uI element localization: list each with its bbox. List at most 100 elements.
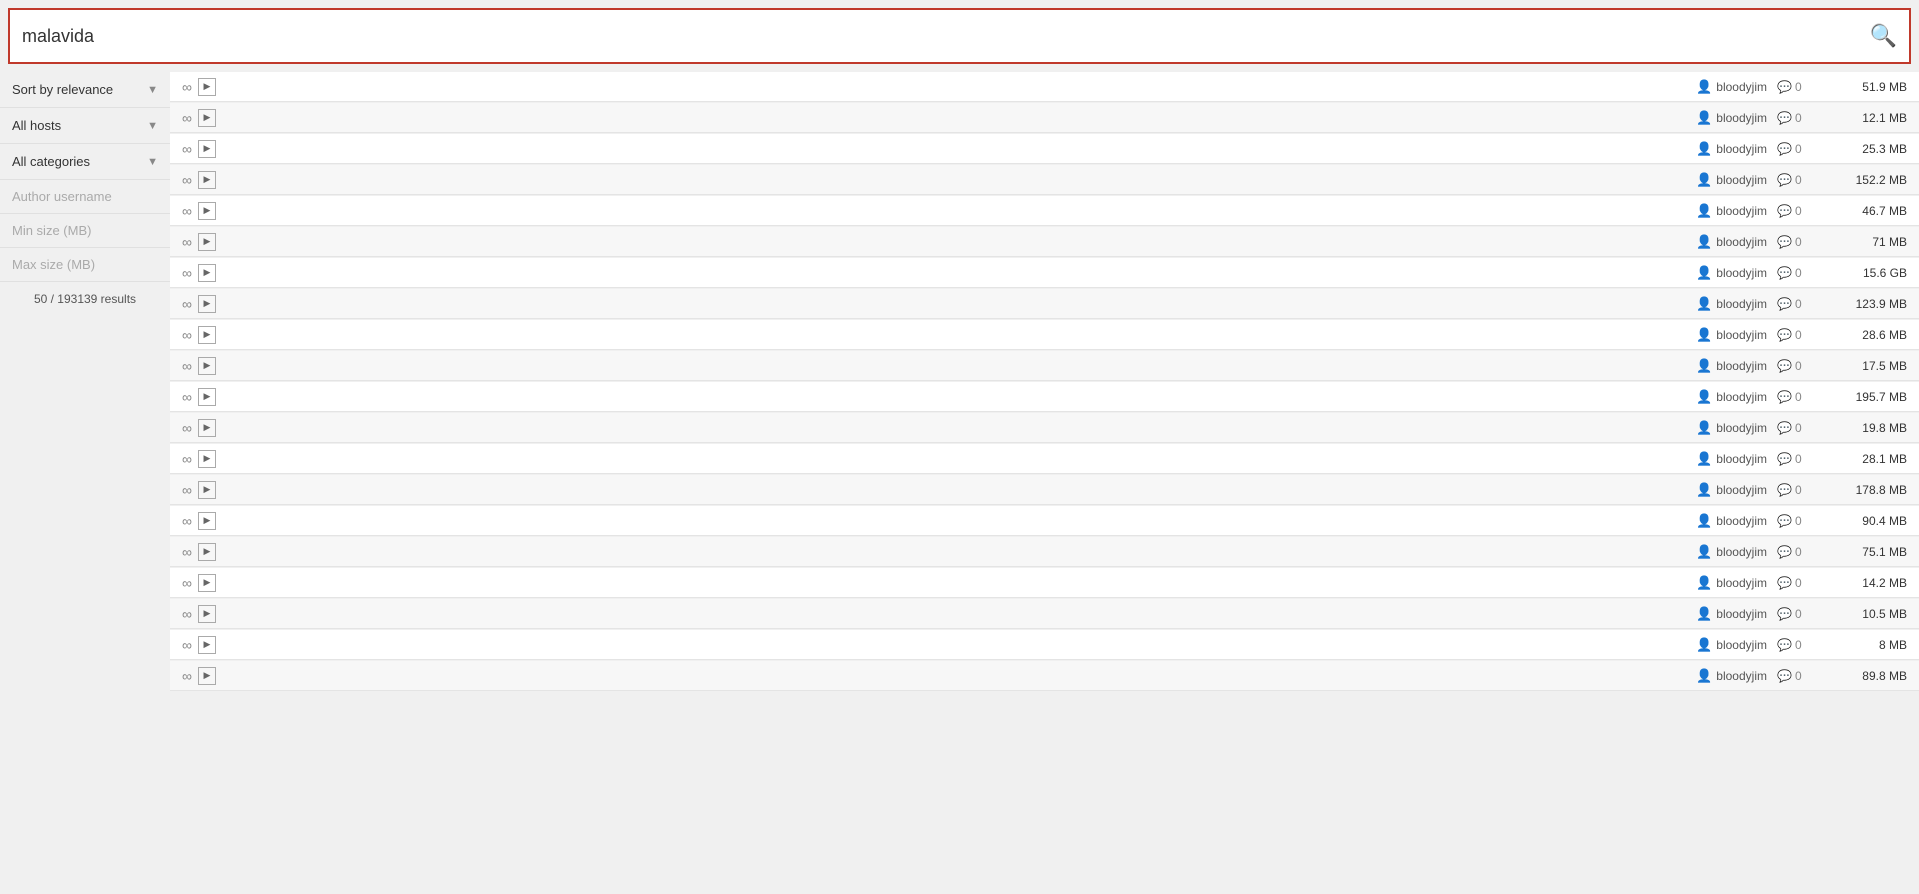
table-row: ∞ ▶ 👤 bloodyjim 💬 0 19.8 MB [170, 413, 1919, 443]
comment-icon: 💬 [1777, 359, 1792, 373]
author-icon: 👤 [1696, 265, 1712, 281]
infinity-icon[interactable]: ∞ [182, 266, 192, 280]
play-icon[interactable]: ▶ [198, 481, 216, 499]
infinity-icon[interactable]: ∞ [182, 421, 192, 435]
infinity-icon[interactable]: ∞ [182, 111, 192, 125]
sidebar: Sort by relevance ▼ All hosts ▼ All cate… [0, 72, 170, 886]
author-icon: 👤 [1696, 79, 1712, 95]
table-row: ∞ ▶ 👤 bloodyjim 💬 0 25.3 MB [170, 134, 1919, 164]
author-icon: 👤 [1696, 420, 1712, 436]
infinity-icon[interactable]: ∞ [182, 80, 192, 94]
infinity-icon[interactable]: ∞ [182, 638, 192, 652]
play-icon[interactable]: ▶ [198, 295, 216, 313]
comment-icon: 💬 [1777, 545, 1792, 559]
play-icon[interactable]: ▶ [198, 78, 216, 96]
infinity-icon[interactable]: ∞ [182, 483, 192, 497]
max-size-input[interactable] [0, 248, 170, 282]
play-icon[interactable]: ▶ [198, 233, 216, 251]
infinity-icon[interactable]: ∞ [182, 204, 192, 218]
row-author: 👤 bloodyjim [1667, 668, 1767, 684]
comment-icon: 💬 [1777, 266, 1792, 280]
search-input[interactable] [22, 26, 1870, 47]
infinity-icon[interactable]: ∞ [182, 359, 192, 373]
play-icon[interactable]: ▶ [198, 605, 216, 623]
comment-count: 0 [1795, 390, 1802, 404]
play-icon[interactable]: ▶ [198, 543, 216, 561]
infinity-icon[interactable]: ∞ [182, 669, 192, 683]
author-icon: 👤 [1696, 482, 1712, 498]
play-icon[interactable]: ▶ [198, 357, 216, 375]
play-icon[interactable]: ▶ [198, 636, 216, 654]
infinity-icon[interactable]: ∞ [182, 514, 192, 528]
categories-selector[interactable]: All categories ▼ [0, 144, 170, 180]
infinity-icon[interactable]: ∞ [182, 576, 192, 590]
play-icon[interactable]: ▶ [198, 140, 216, 158]
row-author: 👤 bloodyjim [1667, 296, 1767, 312]
row-icons: ∞ ▶ [182, 171, 216, 189]
infinity-icon[interactable]: ∞ [182, 452, 192, 466]
play-icon[interactable]: ▶ [198, 171, 216, 189]
min-size-input[interactable] [0, 214, 170, 248]
play-icon[interactable]: ▶ [198, 667, 216, 685]
row-icons: ∞ ▶ [182, 605, 216, 623]
comment-count: 0 [1795, 483, 1802, 497]
row-comments: 💬 0 [1777, 607, 1817, 621]
comment-icon: 💬 [1777, 328, 1792, 342]
infinity-icon[interactable]: ∞ [182, 142, 192, 156]
table-row: ∞ ▶ 👤 bloodyjim 💬 0 28.1 MB [170, 444, 1919, 474]
sort-by-selector[interactable]: Sort by relevance ▼ [0, 72, 170, 108]
row-icons: ∞ ▶ [182, 295, 216, 313]
row-size: 8 MB [1827, 638, 1907, 652]
row-comments: 💬 0 [1777, 483, 1817, 497]
play-icon[interactable]: ▶ [198, 326, 216, 344]
play-icon[interactable]: ▶ [198, 109, 216, 127]
infinity-icon[interactable]: ∞ [182, 328, 192, 342]
author-name: bloodyjim [1716, 359, 1767, 373]
author-icon: 👤 [1696, 110, 1712, 126]
play-icon[interactable]: ▶ [198, 264, 216, 282]
search-icon[interactable]: 🔍 [1870, 23, 1897, 49]
row-size: 46.7 MB [1827, 204, 1907, 218]
row-comments: 💬 0 [1777, 142, 1817, 156]
hosts-label: All hosts [12, 118, 61, 133]
row-size: 90.4 MB [1827, 514, 1907, 528]
play-icon[interactable]: ▶ [198, 574, 216, 592]
infinity-icon[interactable]: ∞ [182, 390, 192, 404]
play-icon[interactable]: ▶ [198, 419, 216, 437]
author-name: bloodyjim [1716, 297, 1767, 311]
row-comments: 💬 0 [1777, 173, 1817, 187]
row-comments: 💬 0 [1777, 452, 1817, 466]
row-comments: 💬 0 [1777, 266, 1817, 280]
row-author: 👤 bloodyjim [1667, 172, 1767, 188]
comment-count: 0 [1795, 545, 1802, 559]
comment-icon: 💬 [1777, 669, 1792, 683]
comment-count: 0 [1795, 638, 1802, 652]
row-size: 195.7 MB [1827, 390, 1907, 404]
play-icon[interactable]: ▶ [198, 450, 216, 468]
row-icons: ∞ ▶ [182, 233, 216, 251]
table-row: ∞ ▶ 👤 bloodyjim 💬 0 28.6 MB [170, 320, 1919, 350]
table-row: ∞ ▶ 👤 bloodyjim 💬 0 51.9 MB [170, 72, 1919, 102]
play-icon[interactable]: ▶ [198, 202, 216, 220]
comment-icon: 💬 [1777, 576, 1792, 590]
infinity-icon[interactable]: ∞ [182, 607, 192, 621]
author-icon: 👤 [1696, 203, 1712, 219]
play-icon[interactable]: ▶ [198, 388, 216, 406]
infinity-icon[interactable]: ∞ [182, 297, 192, 311]
row-icons: ∞ ▶ [182, 78, 216, 96]
infinity-icon[interactable]: ∞ [182, 545, 192, 559]
play-icon[interactable]: ▶ [198, 512, 216, 530]
author-username-input[interactable] [0, 180, 170, 214]
row-author: 👤 bloodyjim [1667, 234, 1767, 250]
comment-icon: 💬 [1777, 452, 1792, 466]
table-row: ∞ ▶ 👤 bloodyjim 💬 0 12.1 MB [170, 103, 1919, 133]
infinity-icon[interactable]: ∞ [182, 235, 192, 249]
infinity-icon[interactable]: ∞ [182, 173, 192, 187]
comment-icon: 💬 [1777, 235, 1792, 249]
row-size: 28.6 MB [1827, 328, 1907, 342]
hosts-selector[interactable]: All hosts ▼ [0, 108, 170, 144]
row-size: 123.9 MB [1827, 297, 1907, 311]
author-icon: 👤 [1696, 544, 1712, 560]
table-row: ∞ ▶ 👤 bloodyjim 💬 0 46.7 MB [170, 196, 1919, 226]
author-icon: 👤 [1696, 358, 1712, 374]
